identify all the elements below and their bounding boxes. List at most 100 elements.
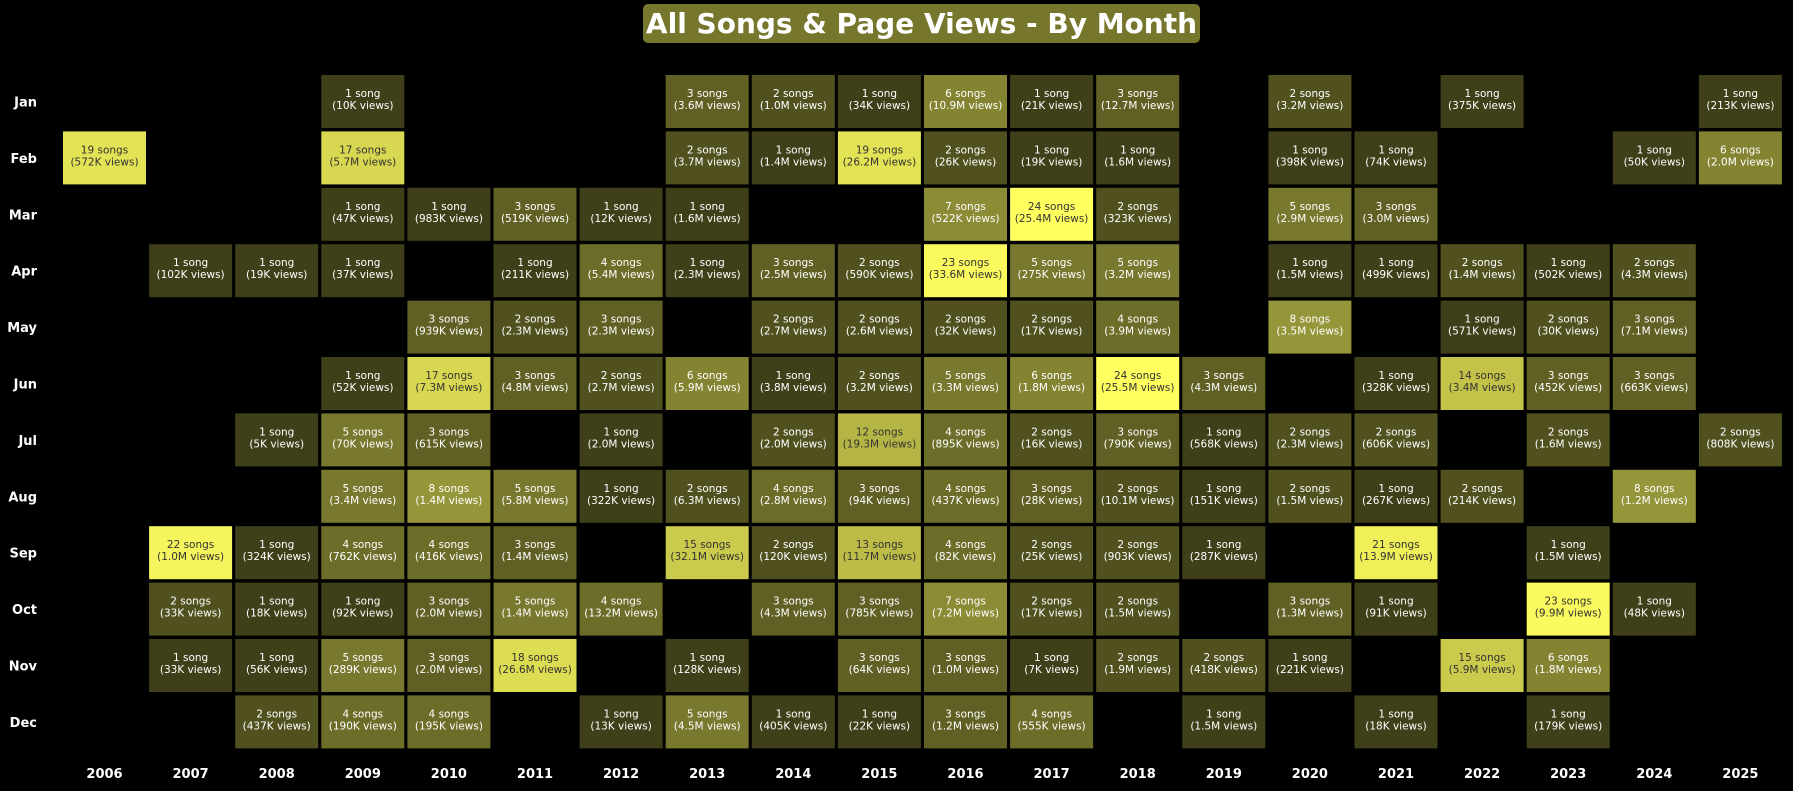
cell-views-label: (606K views) — [1362, 438, 1430, 450]
cell-songs-label: 5 songs — [687, 708, 728, 720]
heatmap-cell: 1 song(179K views) — [1526, 695, 1610, 749]
heatmap-cell: 2 songs(17K views) — [1010, 582, 1094, 636]
cell-songs-label: 1 song — [259, 257, 294, 269]
cell-songs-label: 1 song — [1034, 144, 1069, 156]
cell-views-label: (1.2M views) — [932, 720, 999, 732]
cell-views-label: (102K views) — [157, 269, 225, 281]
heatmap-cell: 7 songs(522K views) — [924, 187, 1007, 241]
cell-views-label: (13.2M views) — [584, 608, 658, 620]
cell-songs-label: 1 song — [1464, 88, 1499, 100]
heatmap-cell: 15 songs(5.9M views) — [1440, 639, 1524, 692]
cell-songs-label: 6 songs — [687, 370, 728, 382]
month-label-mar: Mar — [9, 208, 38, 223]
month-label-oct: Oct — [12, 603, 37, 618]
cell-songs-label: 4 songs — [773, 483, 814, 495]
heatmap-cell: 1 song(12K views) — [579, 187, 663, 241]
cell-songs-label: 1 song — [431, 201, 466, 213]
heatmap-cell: 2 songs(1.5M views) — [1096, 582, 1180, 636]
cell-views-label: (1.8M views) — [1018, 382, 1085, 394]
heatmap-cell: 2 songs(2.7M views) — [751, 300, 835, 354]
cell-views-label: (895K views) — [931, 438, 999, 450]
heatmap-chart: 1 song(10K views)3 songs(3.6M views)2 so… — [7, 75, 1782, 782]
heatmap-cell: 4 songs(437K views) — [924, 469, 1007, 523]
cell-songs-label: 15 songs — [1458, 652, 1505, 664]
cell-songs-label: 4 songs — [1031, 708, 1072, 720]
year-label-2010: 2010 — [431, 767, 467, 782]
month-label-jul: Jul — [17, 434, 37, 449]
cell-songs-label: 23 songs — [942, 257, 989, 269]
heatmap-cell: 2 songs(214K views) — [1440, 469, 1524, 523]
cell-views-label: (1.5M views) — [1276, 269, 1343, 281]
cell-songs-label: 1 song — [1378, 370, 1413, 382]
heatmap-cell: 18 songs(26.6M views) — [493, 639, 577, 692]
cell-songs-label: 1 song — [1551, 708, 1586, 720]
heatmap-cell: 2 songs(590K views) — [837, 244, 921, 298]
heatmap-cell: 2 songs(2.3M views) — [1268, 413, 1352, 467]
heatmap-cell: 2 songs(2.6M views) — [837, 300, 921, 354]
cell-views-label: (1.4M views) — [502, 608, 569, 620]
heatmap-cell: 1 song(18K views) — [1354, 695, 1438, 749]
cell-songs-label: 4 songs — [429, 708, 470, 720]
cell-views-label: (3.0M views) — [1363, 213, 1430, 225]
cell-views-label: (324K views) — [243, 551, 311, 563]
heatmap-cell: 1 song(324K views) — [235, 526, 319, 580]
cell-songs-label: 3 songs — [429, 426, 470, 438]
cell-views-label: (3.4M views) — [329, 495, 396, 507]
cell-views-label: (30K views) — [1537, 326, 1598, 338]
cell-views-label: (571K views) — [1448, 326, 1516, 338]
heatmap-cell: 1 song(7K views) — [1010, 639, 1094, 692]
cell-songs-label: 2 songs — [1634, 257, 1675, 269]
cell-songs-label: 1 song — [862, 708, 897, 720]
cell-views-label: (25K views) — [1021, 551, 1082, 563]
cell-songs-label: 1 song — [776, 144, 811, 156]
heatmap-cell: 5 songs(5.8M views) — [493, 469, 577, 523]
cell-views-label: (32K views) — [935, 326, 996, 338]
cell-views-label: (4.3M views) — [1621, 269, 1688, 281]
cell-songs-label: 1 song — [603, 201, 638, 213]
cell-songs-label: 3 songs — [601, 314, 642, 326]
cell-views-label: (2.0M views) — [415, 664, 482, 676]
cell-views-label: (1.5M views) — [1276, 495, 1343, 507]
year-label-2020: 2020 — [1292, 767, 1328, 782]
cell-views-label: (13K views) — [590, 720, 651, 732]
month-label-aug: Aug — [8, 490, 37, 505]
cell-views-label: (26.6M views) — [498, 664, 572, 676]
cell-songs-label: 1 song — [1292, 652, 1327, 664]
cell-songs-label: 2 songs — [1290, 426, 1331, 438]
cell-views-label: (3.6M views) — [674, 100, 741, 112]
cell-songs-label: 1 song — [1378, 708, 1413, 720]
heatmap-cell: 12 songs(19.3M views) — [837, 413, 921, 467]
cell-songs-label: 5 songs — [342, 426, 383, 438]
heatmap-cell: 1 song(499K views) — [1354, 244, 1438, 298]
cell-songs-label: 2 songs — [1031, 539, 1072, 551]
cell-songs-label: 12 songs — [856, 426, 903, 438]
cell-songs-label: 1 song — [1034, 88, 1069, 100]
cell-views-label: (275K views) — [1018, 269, 1086, 281]
heatmap-cell: 19 songs(572K views) — [63, 131, 146, 185]
cell-views-label: (12K views) — [590, 213, 651, 225]
cell-views-label: (19.3M views) — [843, 438, 917, 450]
cell-views-label: (2.3M views) — [502, 326, 569, 338]
year-label-2014: 2014 — [775, 767, 811, 782]
cell-views-label: (34K views) — [849, 100, 910, 112]
cell-songs-label: 3 songs — [1634, 370, 1675, 382]
cell-views-label: (211K views) — [501, 269, 569, 281]
heatmap-cell: 2 songs(2.3M views) — [493, 300, 577, 354]
heatmap-cell: 2 songs(10.1M views) — [1096, 469, 1180, 523]
cell-songs-label: 2 songs — [1290, 88, 1331, 100]
cell-views-label: (1.0M views) — [932, 664, 999, 676]
heatmap-cell: 4 songs(195K views) — [407, 695, 491, 749]
cell-songs-label: 4 songs — [1117, 314, 1158, 326]
heatmap-cell: 24 songs(25.5M views) — [1096, 357, 1180, 410]
cell-songs-label: 2 songs — [601, 370, 642, 382]
cell-songs-label: 3 songs — [429, 596, 470, 608]
cell-songs-label: 18 songs — [511, 652, 558, 664]
heatmap-cell: 1 song(213K views) — [1698, 75, 1782, 128]
heatmap-cell: 7 songs(7.2M views) — [924, 582, 1007, 636]
heatmap-cell: 5 songs(275K views) — [1010, 244, 1094, 298]
cell-views-label: (3.8M views) — [760, 382, 827, 394]
cell-views-label: (19K views) — [1021, 156, 1082, 168]
cell-views-label: (64K views) — [849, 664, 910, 676]
heatmap-cell: 1 song(1.4M views) — [751, 131, 835, 185]
cell-views-label: (663K views) — [1620, 382, 1688, 394]
